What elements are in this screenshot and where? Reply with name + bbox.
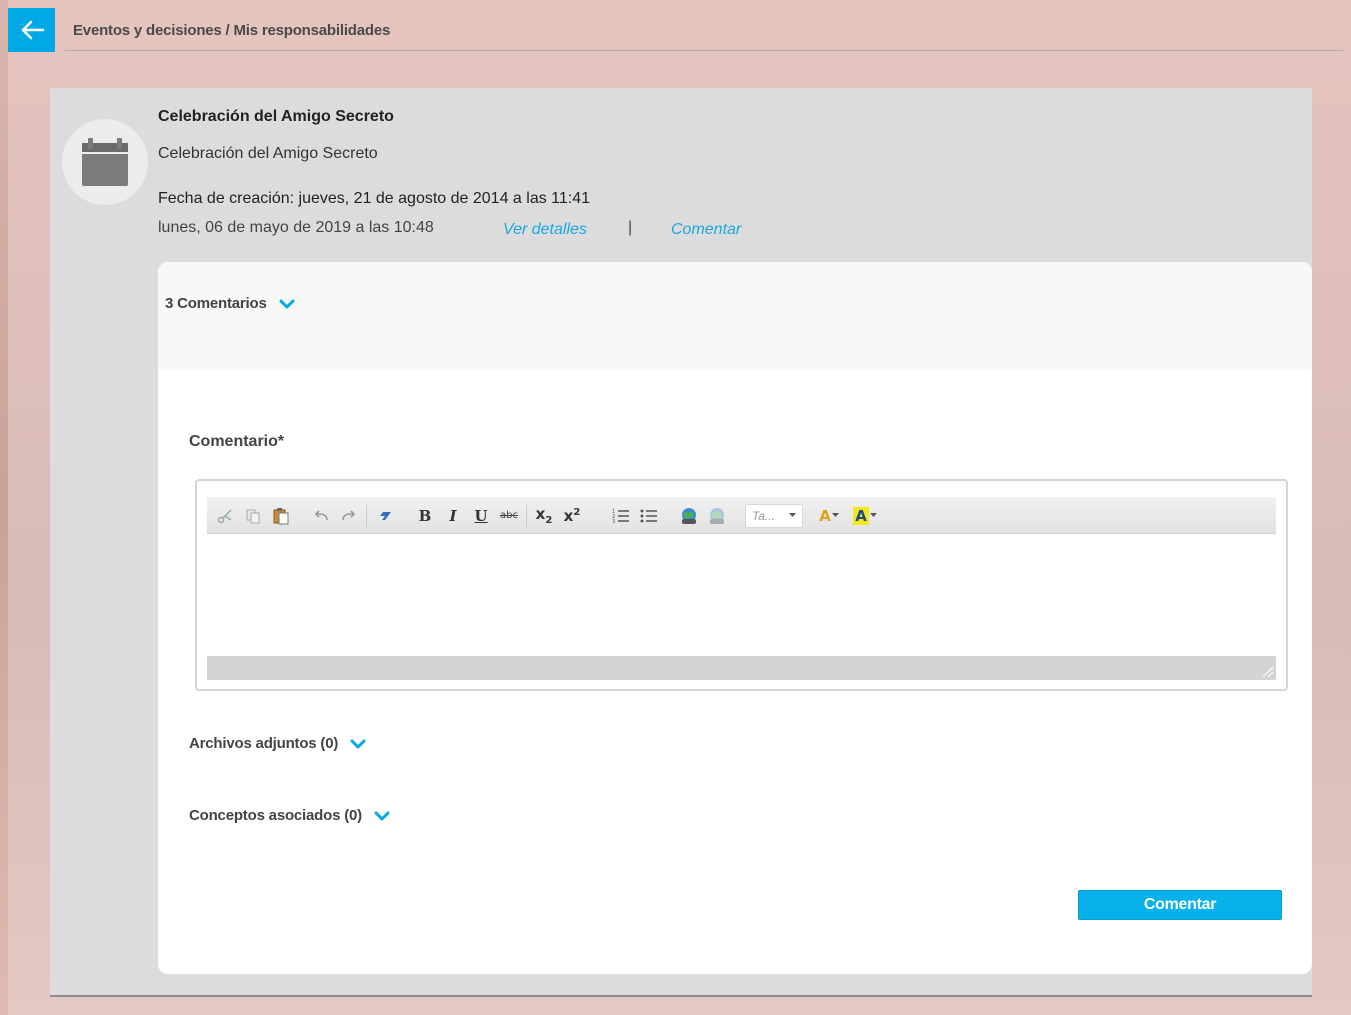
comments-count-label: 3 Comentarios xyxy=(165,295,267,312)
view-details-link[interactable]: Ver detalles xyxy=(503,221,587,239)
concepts-toggle[interactable]: Conceptos asociados (0) xyxy=(189,807,390,824)
paste-button[interactable] xyxy=(267,503,295,529)
font-group: Ta... xyxy=(745,501,803,530)
attachments-toggle[interactable]: Archivos adjuntos (0) xyxy=(189,735,366,752)
remove-format-button[interactable] xyxy=(370,503,398,529)
chevron-down-icon xyxy=(279,299,295,308)
editor-toolbar: B I U abc x2 x2 123 Ta... A A xyxy=(207,497,1276,534)
creation-date: Fecha de creación: jueves, 21 de agosto … xyxy=(158,190,591,207)
chevron-down-icon xyxy=(350,739,366,748)
highlight-color-icon: A xyxy=(853,506,877,525)
background-color-button[interactable]: A xyxy=(847,503,883,529)
link-group xyxy=(675,501,731,530)
insert-link-button[interactable] xyxy=(675,503,703,529)
format-group: B I U abc x2 x2 xyxy=(411,501,586,530)
unlink-globe-icon xyxy=(710,507,724,524)
item-description: Celebración del Amigo Secreto xyxy=(158,145,378,162)
copy-icon xyxy=(246,509,260,523)
cut-button[interactable] xyxy=(211,503,239,529)
comment-field-label: Comentario* xyxy=(189,433,285,450)
subscript-button[interactable]: x2 xyxy=(530,503,558,529)
underline-button[interactable]: U xyxy=(467,503,495,529)
top-bar: Eventos y decisiones / Mis responsabilid… xyxy=(8,8,1343,52)
font-color-icon: A xyxy=(819,507,839,525)
font-color-button[interactable]: A xyxy=(811,503,847,529)
toolbar-separator xyxy=(366,504,367,527)
rich-text-editor: B I U abc x2 x2 123 Ta... A A xyxy=(195,479,1288,691)
link-globe-icon xyxy=(682,507,696,524)
numbered-list-button[interactable]: 123 xyxy=(607,503,635,529)
subscript-glyph: x2 xyxy=(535,505,553,526)
calendar-icon xyxy=(82,138,128,186)
paste-icon xyxy=(273,507,289,524)
comment-link[interactable]: Comentar xyxy=(671,221,741,239)
clipboard-group xyxy=(211,501,295,530)
strikethrough-glyph: abc xyxy=(500,510,518,521)
item-avatar xyxy=(62,119,148,205)
submit-comment-button[interactable]: Comentar xyxy=(1078,890,1282,920)
bold-button[interactable]: B xyxy=(411,503,439,529)
chevron-down-icon xyxy=(374,811,390,820)
event-date: lunes, 06 de mayo de 2019 a las 10:48 xyxy=(158,219,434,236)
divider xyxy=(65,50,1343,51)
undo-icon xyxy=(314,509,328,520)
italic-button[interactable]: I xyxy=(439,503,467,529)
back-button[interactable] xyxy=(8,8,55,52)
color-group: A A xyxy=(811,501,883,530)
arrow-left-icon xyxy=(21,20,44,40)
scissors-icon xyxy=(217,508,232,523)
bullet-list-icon xyxy=(640,509,657,522)
eraser-icon xyxy=(377,511,391,520)
attachments-label: Archivos adjuntos (0) xyxy=(189,735,339,752)
bold-glyph: B xyxy=(418,506,432,525)
item-title: Celebración del Amigo Secreto xyxy=(158,108,394,125)
link-separator: | xyxy=(628,219,633,236)
bullet-list-button[interactable] xyxy=(635,503,663,529)
resize-grip-icon[interactable] xyxy=(1262,666,1274,678)
redo-button[interactable] xyxy=(335,503,363,529)
editor-status-bar xyxy=(207,656,1276,680)
item-panel: Celebración del Amigo Secreto Celebració… xyxy=(50,88,1312,995)
background-strip xyxy=(0,0,8,1015)
font-select[interactable]: Ta... xyxy=(745,503,803,528)
divider xyxy=(50,995,1312,997)
unlink-button[interactable] xyxy=(703,503,731,529)
comment-card: 3 Comentarios Comentario* B I U abc x2 x… xyxy=(158,262,1312,974)
history-group xyxy=(307,501,398,530)
breadcrumb[interactable]: Eventos y decisiones / Mis responsabilid… xyxy=(73,22,390,39)
comments-header: 3 Comentarios xyxy=(158,262,1312,370)
numbered-list-icon: 123 xyxy=(612,509,629,524)
font-select-value: Ta... xyxy=(752,508,775,523)
underline-glyph: U xyxy=(474,506,488,525)
superscript-glyph: x2 xyxy=(563,506,581,525)
toolbar-separator xyxy=(526,504,527,527)
editor-content-area[interactable] xyxy=(207,536,1276,656)
comments-toggle[interactable]: 3 Comentarios xyxy=(165,295,295,312)
redo-icon xyxy=(342,509,356,520)
undo-button[interactable] xyxy=(307,503,335,529)
italic-glyph: I xyxy=(449,506,457,525)
concepts-label: Conceptos asociados (0) xyxy=(189,807,362,824)
superscript-button[interactable]: x2 xyxy=(558,503,586,529)
list-group: 123 xyxy=(607,501,663,530)
svg-text:3: 3 xyxy=(612,519,615,524)
strikethrough-button[interactable]: abc xyxy=(495,503,523,529)
copy-button[interactable] xyxy=(239,503,267,529)
caret-down-icon xyxy=(789,513,796,517)
